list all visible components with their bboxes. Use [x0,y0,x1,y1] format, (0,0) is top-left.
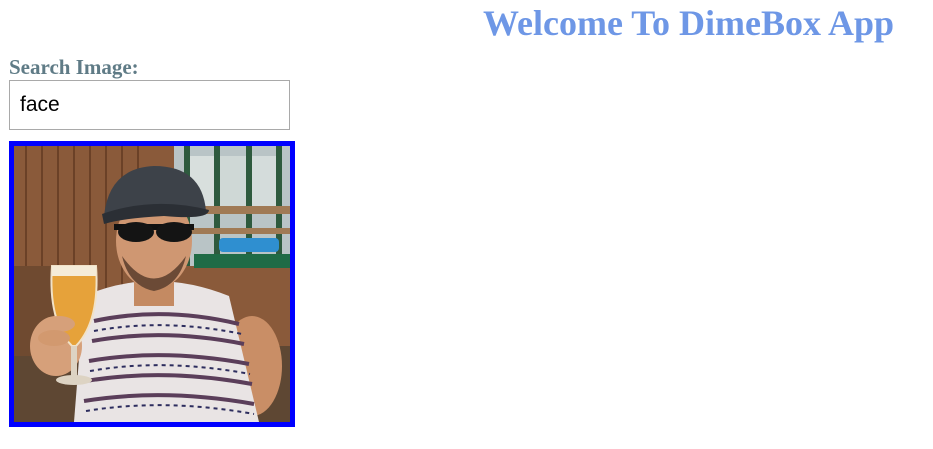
result-photo [14,146,290,422]
search-input[interactable] [9,80,290,130]
image-result-selected[interactable] [9,141,295,427]
page-title: Welcome To DimeBox App [483,3,895,43]
search-label: Search Image: [9,55,139,79]
